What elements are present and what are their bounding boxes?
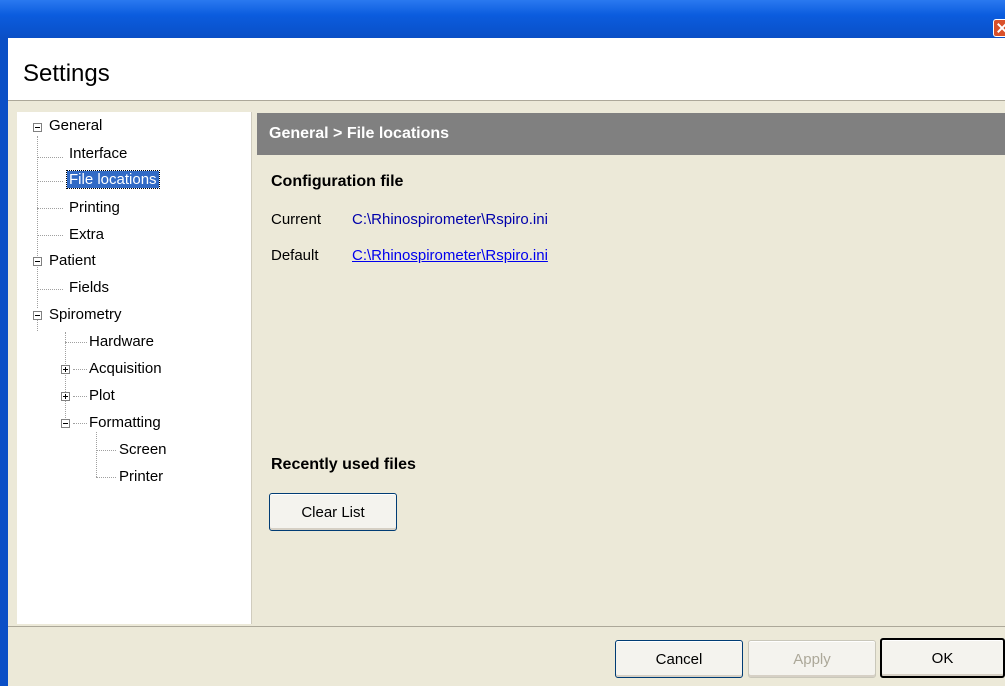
page-title: Settings	[23, 60, 110, 87]
dialog-footer: Cancel Apply OK	[8, 626, 1005, 686]
apply-button[interactable]: Apply	[748, 640, 876, 678]
tree-item-file-locations[interactable]: File locations	[66, 170, 160, 192]
tree-item-fields[interactable]: Fields	[67, 278, 111, 300]
tree-item-spirometry[interactable]: Spirometry	[47, 305, 124, 327]
content-panel: General > File locations Configuration f…	[257, 113, 1005, 624]
collapse-icon[interactable]	[61, 419, 70, 428]
collapse-icon[interactable]	[33, 257, 42, 266]
default-path-link[interactable]: C:\Rhinospirometer\Rspiro.ini	[352, 247, 548, 264]
settings-tree[interactable]: General Interface File locations Printin…	[17, 112, 252, 624]
dialog-header: Settings	[8, 38, 1005, 101]
clear-list-button[interactable]: Clear List	[269, 493, 397, 531]
settings-window: Settings General Interface File location…	[0, 0, 1005, 686]
tree-item-formatting[interactable]: Formatting	[87, 413, 163, 435]
default-label: Default	[271, 247, 319, 264]
tree-item-plot[interactable]: Plot	[87, 386, 117, 408]
tree-item-extra[interactable]: Extra	[67, 225, 106, 247]
current-path: C:\Rhinospirometer\Rspiro.ini	[352, 211, 548, 228]
current-label: Current	[271, 211, 322, 228]
tree-item-hardware[interactable]: Hardware	[87, 332, 156, 354]
section-configuration-file: Configuration file	[271, 173, 404, 190]
tree-item-acquisition[interactable]: Acquisition	[87, 359, 164, 381]
tree-item-screen[interactable]: Screen	[117, 440, 169, 462]
tree-item-general[interactable]: General	[47, 116, 104, 138]
expand-icon[interactable]	[61, 365, 70, 374]
tree-item-interface[interactable]: Interface	[67, 144, 129, 166]
tree-item-patient[interactable]: Patient	[47, 251, 98, 273]
ok-button[interactable]: OK	[880, 638, 1005, 678]
cancel-button[interactable]: Cancel	[615, 640, 743, 678]
collapse-icon[interactable]	[33, 123, 42, 132]
close-icon[interactable]	[993, 19, 1005, 37]
title-bar[interactable]	[0, 0, 1005, 38]
window-frame	[0, 38, 8, 686]
expand-icon[interactable]	[61, 392, 70, 401]
tree-item-printing[interactable]: Printing	[67, 198, 122, 220]
breadcrumb: General > File locations	[257, 113, 1005, 155]
collapse-icon[interactable]	[33, 311, 42, 320]
tree-item-printer[interactable]: Printer	[117, 467, 165, 489]
section-recently-used-files: Recently used files	[271, 456, 416, 473]
